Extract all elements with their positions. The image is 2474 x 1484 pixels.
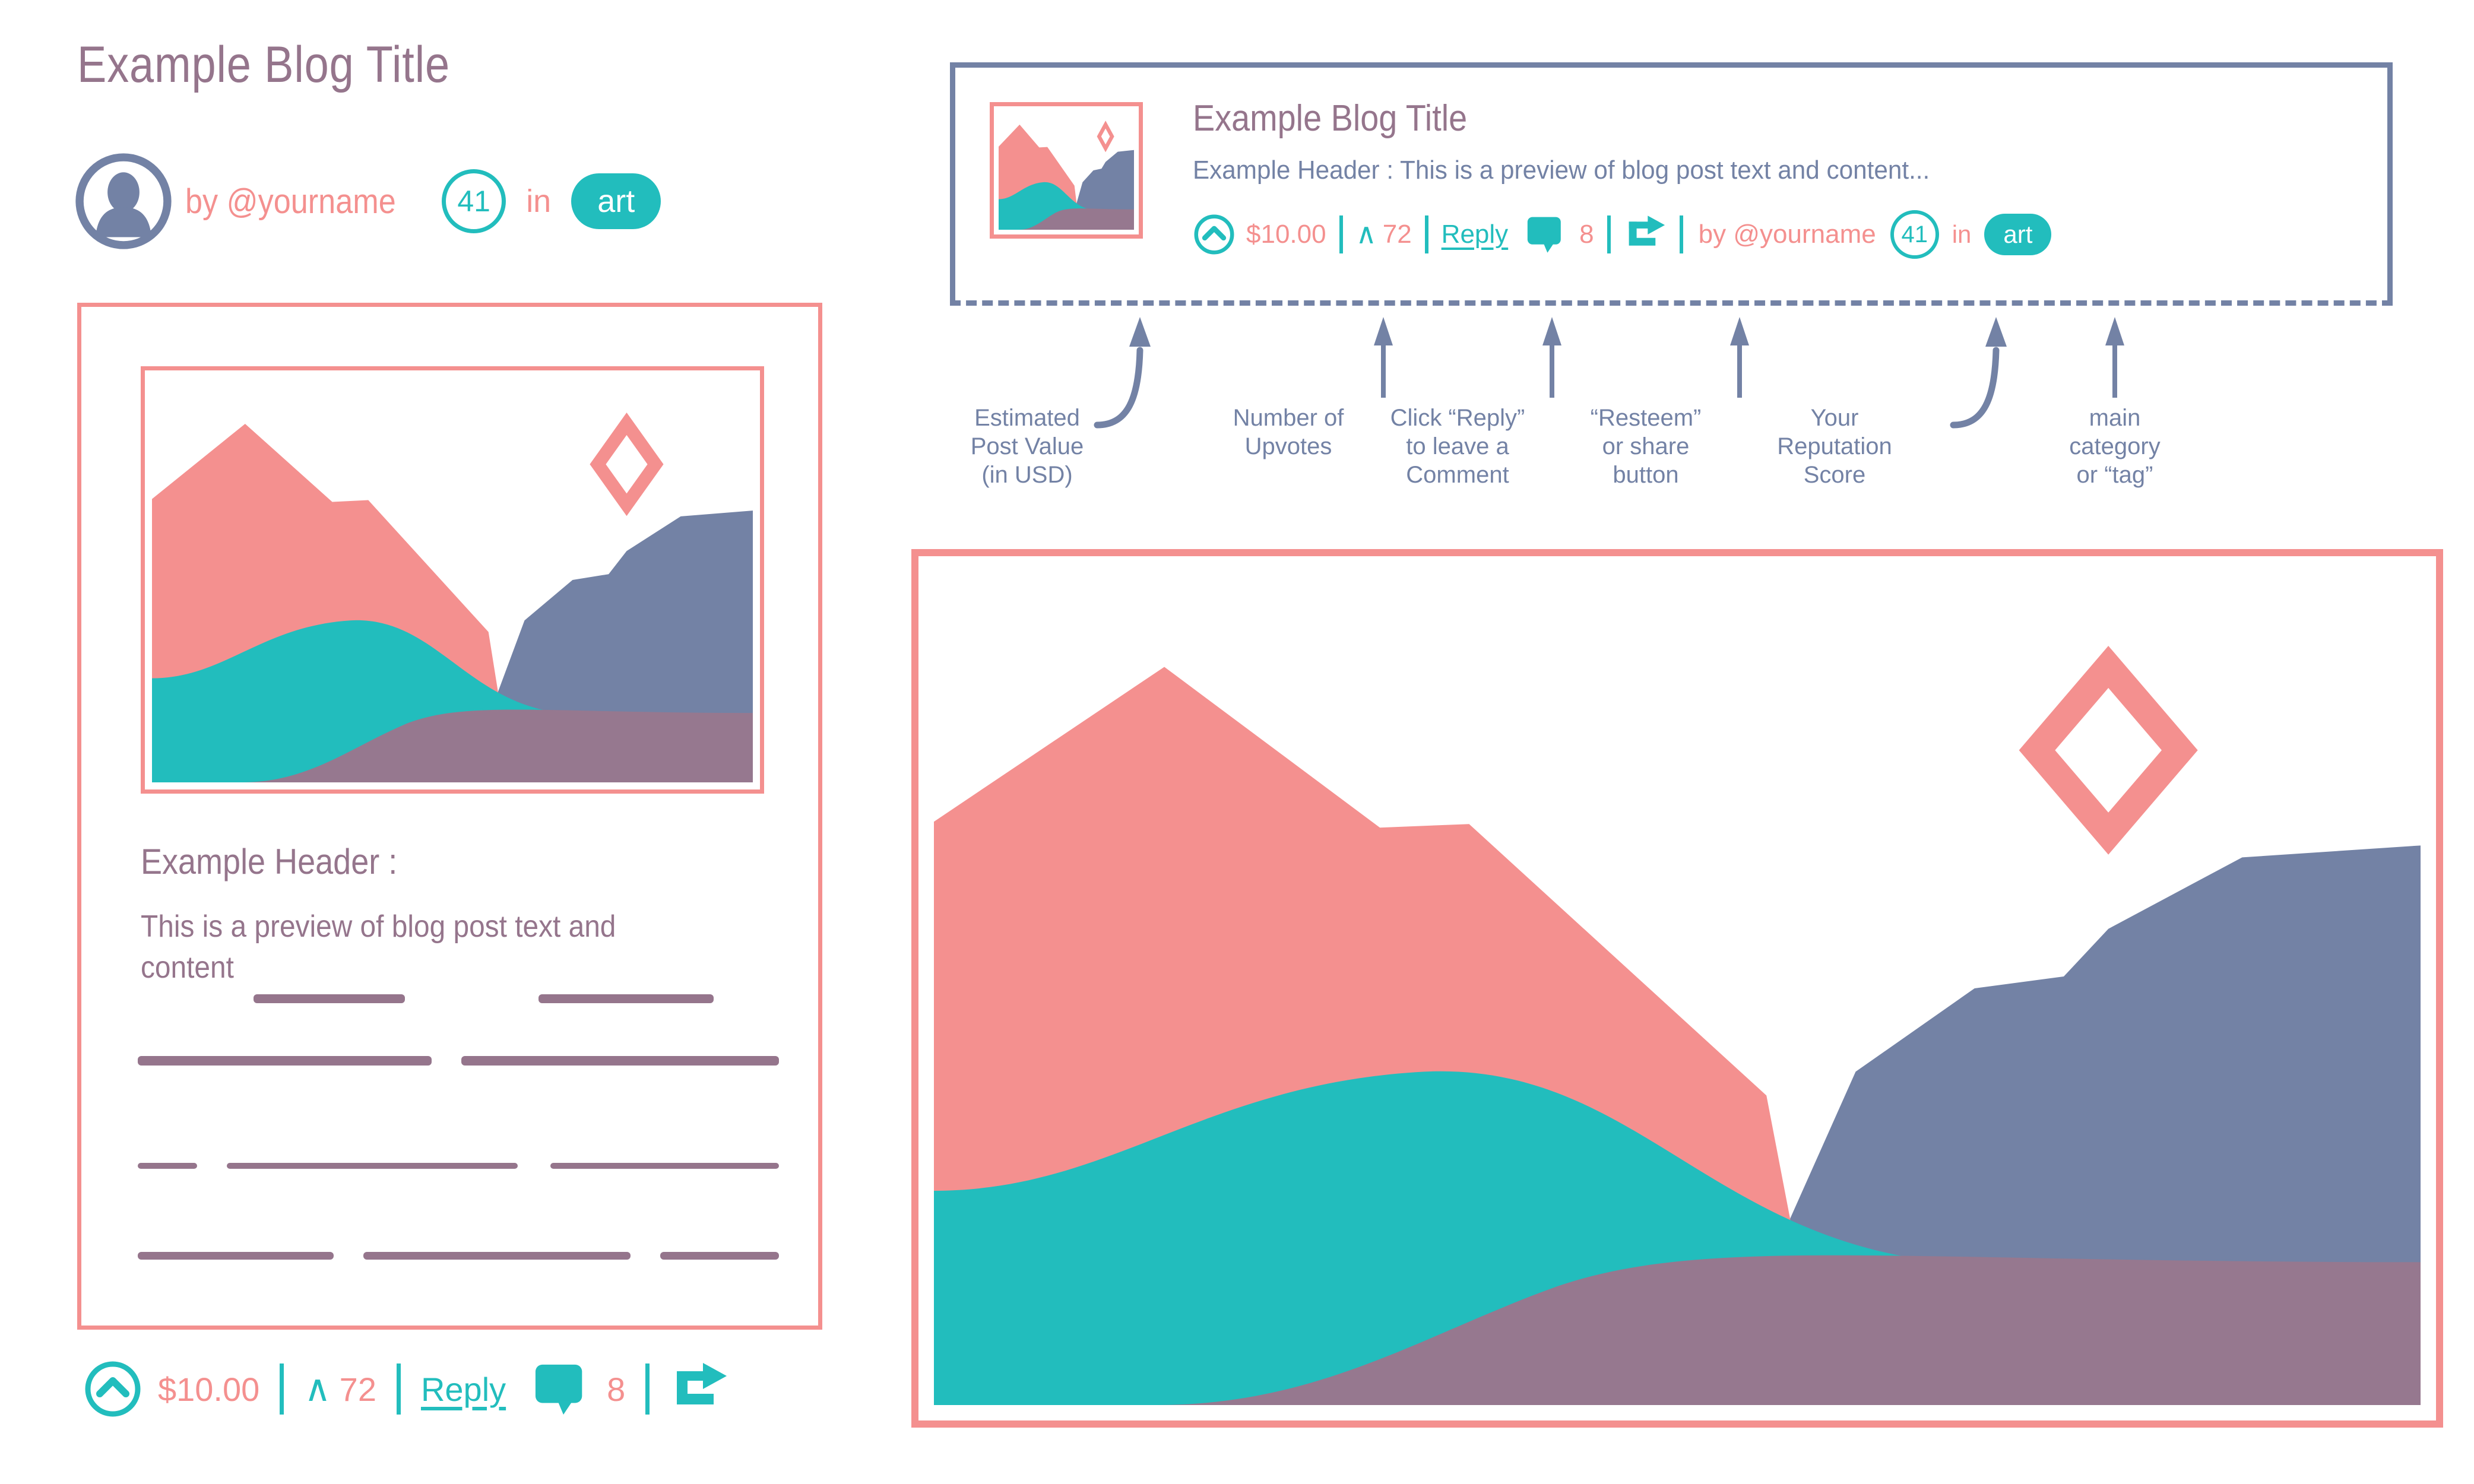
reputation-badge: 41 <box>442 169 506 233</box>
annotation-resteem: “Resteem” or share button <box>1590 405 1702 488</box>
avatar <box>74 151 173 251</box>
divider <box>1339 215 1343 253</box>
in-label: in <box>526 183 552 219</box>
page-title: Example Blog Title <box>77 36 451 93</box>
skeleton-line <box>227 1163 518 1169</box>
comment-count: 8 <box>607 1370 626 1408</box>
annotation-post-value: Estimated Post Value (in USD) <box>970 405 1084 488</box>
post-body-line-1: This is a preview of blog post text and <box>141 909 616 944</box>
chevron-up-circle-icon <box>85 1361 141 1417</box>
preview-category-pill[interactable]: art <box>1984 214 2052 255</box>
skeleton-line <box>363 1252 631 1260</box>
chevron-up-circle-icon <box>1194 214 1234 255</box>
post-body-line-2: content <box>141 950 234 985</box>
divider <box>1679 215 1683 253</box>
resteem-share-icon <box>677 1363 727 1404</box>
preview-reputation-badge: 41 <box>1890 210 1939 259</box>
upvote-button[interactable] <box>83 1359 142 1419</box>
post-illustration <box>152 378 753 782</box>
post-value: $10.00 <box>158 1370 260 1408</box>
page-root: Example Blog Title by @yourname 41 in ar… <box>0 0 2474 1484</box>
skeleton-line <box>138 1163 197 1169</box>
post-card: Example Header : This is a preview of bl… <box>77 303 822 1330</box>
preview-upvote-caret-icon[interactable]: ∧ <box>1356 220 1377 249</box>
preview-post-value: $10.00 <box>1246 220 1326 249</box>
divider <box>280 1363 284 1415</box>
byline: by @yourname 41 in art <box>74 151 849 251</box>
preview-thumbnail <box>990 102 1143 239</box>
skeleton-line <box>254 994 405 1003</box>
preview-title[interactable]: Example Blog Title <box>1193 97 1467 139</box>
preview-reply-button[interactable]: Reply <box>1442 220 1509 249</box>
preview-action-bar: $10.00 ∧ 72 Reply 8 by @yourname 41 in a… <box>1193 210 2052 259</box>
upvote-count: 72 <box>339 1370 376 1408</box>
preview-comment-button[interactable] <box>1526 214 1567 255</box>
preview-excerpt: Example Header : This is a preview of bl… <box>1193 156 1930 185</box>
divider <box>645 1363 650 1415</box>
resteem-button[interactable] <box>670 1361 729 1418</box>
left-column: Example Blog Title by @yourname 41 in ar… <box>74 36 849 251</box>
skeleton-line <box>538 994 714 1003</box>
annotation-group: Estimated Post Value (in USD) Number of … <box>950 309 2393 499</box>
preview-author[interactable]: by @yourname <box>1699 220 1876 249</box>
byline-author[interactable]: by @yourname <box>185 182 396 221</box>
skeleton-line <box>660 1252 779 1260</box>
comment-button[interactable] <box>533 1360 591 1418</box>
preview-illustration <box>999 111 1134 230</box>
annotation-reply: Click “Reply” to leave a Comment <box>1390 405 1525 488</box>
featured-image-card <box>911 549 2443 1428</box>
annotation-reputation: Your Reputation Score <box>1777 405 1892 488</box>
reply-button[interactable]: Reply <box>421 1370 506 1409</box>
comment-bubble-icon <box>536 1364 582 1415</box>
preview-card: Example Blog Title Example Header : This… <box>950 62 2393 306</box>
preview-upvote-button[interactable] <box>1193 213 1236 256</box>
resteem-share-icon <box>1629 215 1665 246</box>
featured-illustration <box>934 572 2421 1405</box>
preview-comment-count: 8 <box>1579 220 1594 249</box>
annotation-upvotes: Number of Upvotes <box>1233 405 1344 459</box>
post-action-bar: $10.00 ∧ 72 Reply 8 <box>83 1359 729 1419</box>
comment-bubble-icon <box>1527 217 1561 253</box>
upvote-caret-icon[interactable]: ∧ <box>304 1371 331 1407</box>
skeleton-line <box>138 1056 432 1066</box>
divider <box>396 1363 401 1415</box>
preview-upvote-count: 72 <box>1382 220 1412 249</box>
divider <box>1424 215 1428 253</box>
category-pill[interactable]: art <box>571 173 661 229</box>
skeleton-line <box>550 1163 779 1169</box>
divider <box>1607 215 1611 253</box>
skeleton-line <box>461 1056 779 1066</box>
skeleton-line <box>138 1252 334 1260</box>
post-body: This is a preview of blog post text and … <box>141 906 800 988</box>
annotation-category: main category or “tag” <box>2069 405 2161 488</box>
preview-resteem-button[interactable] <box>1624 214 1667 255</box>
post-image-frame <box>141 366 764 794</box>
preview-in-label: in <box>1952 220 1972 248</box>
post-header: Example Header : <box>141 842 398 881</box>
